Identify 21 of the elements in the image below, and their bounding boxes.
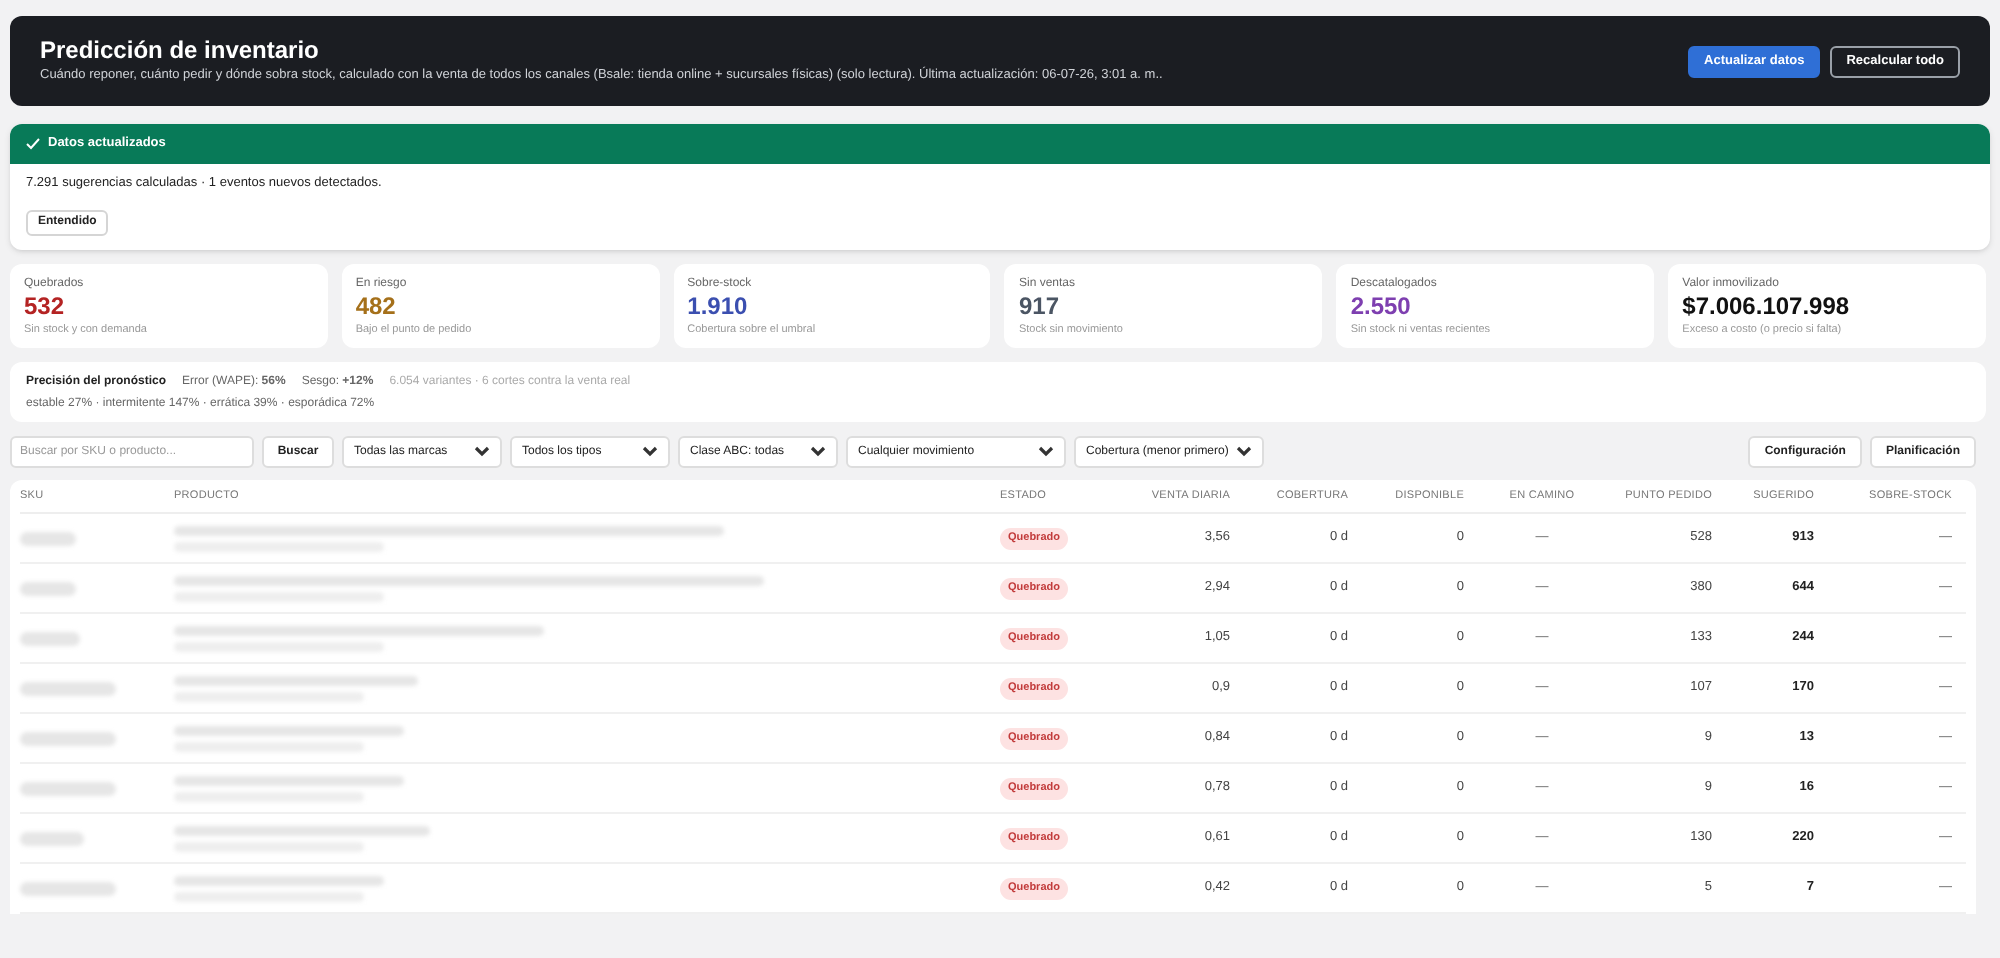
stat-value: 2.550	[1350, 291, 1413, 321]
chevron-down-icon	[642, 446, 658, 458]
blurred-text	[20, 731, 116, 745]
page-title: Predicción de inventario	[40, 36, 321, 66]
blurred-text	[20, 881, 116, 895]
blurred-text	[20, 581, 76, 595]
chevron-down-icon	[810, 446, 826, 458]
check-icon	[26, 138, 40, 150]
blurred-text	[20, 781, 116, 795]
stat-value: 917	[1018, 291, 1062, 321]
stat-value: 1.910	[687, 291, 750, 321]
chevron-down-icon	[1236, 446, 1252, 458]
blurred-text	[20, 831, 84, 845]
blurred-text	[20, 631, 80, 645]
stat-value: 482	[355, 291, 398, 321]
chevron-down-icon	[474, 446, 490, 458]
chevron-down-icon	[1038, 446, 1054, 458]
blurred-text	[20, 681, 116, 695]
blurred-text	[20, 531, 76, 545]
stat-value: $7.006.107.998	[1682, 291, 1852, 321]
stat-value: 532	[24, 291, 67, 321]
